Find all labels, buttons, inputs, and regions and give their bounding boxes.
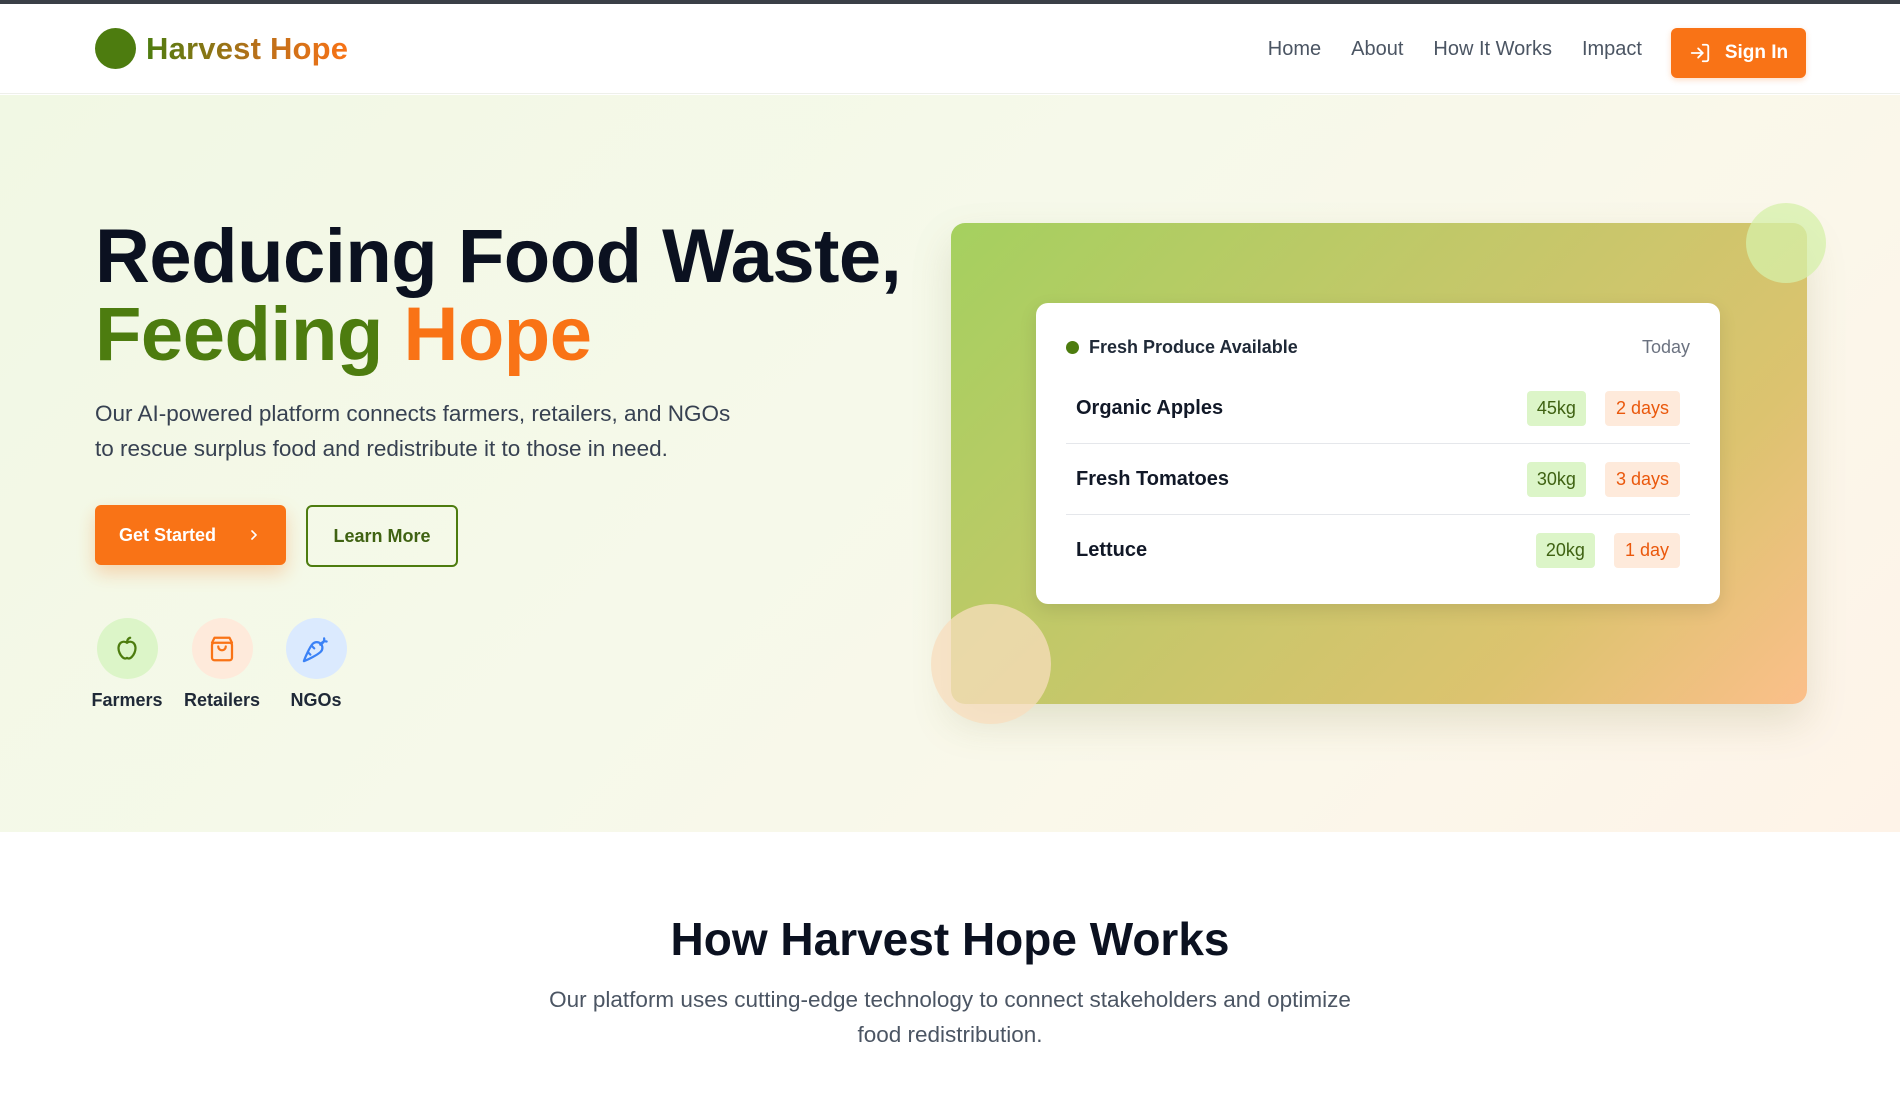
produce-item: Fresh Tomatoes 30kg 3 days	[1066, 445, 1690, 515]
brand-logo[interactable]: Harvest Hope	[95, 28, 348, 69]
quantity-badge: 20kg	[1535, 532, 1595, 568]
produce-card-title-text: Fresh Produce Available	[1089, 337, 1298, 357]
produce-card-header: Fresh Produce Available Today	[1066, 337, 1690, 358]
apple-icon	[96, 618, 158, 679]
expiry-badge: 3 days	[1604, 462, 1680, 497]
brand-name: Harvest Hope	[146, 30, 349, 66]
produce-item-name: Lettuce	[1076, 538, 1148, 561]
decorative-bubble	[1746, 203, 1826, 283]
chevron-right-icon	[251, 530, 257, 540]
stakeholder-label: Farmers	[91, 690, 163, 710]
produce-card-date: Today	[1641, 337, 1690, 357]
logo-circle-icon	[95, 28, 136, 69]
nav-link-how-it-works[interactable]: How It Works	[1433, 38, 1552, 61]
stakeholder-label: Retailers	[183, 690, 261, 710]
stakeholder-label: NGOs	[290, 690, 342, 710]
stakeholder-retailers: Retailers	[177, 618, 267, 711]
get-started-button[interactable]: Get Started	[95, 505, 286, 565]
hero-title: Reducing Food Waste, Feeding Hope	[95, 218, 902, 377]
expiry-badge: 1 day	[1613, 532, 1680, 568]
nav-link-about[interactable]: About	[1351, 38, 1403, 61]
produce-card: Fresh Produce Available Today Organic Ap…	[1036, 303, 1720, 604]
nav-links: Home About How It Works Impact	[1268, 38, 1642, 61]
top-navigation: Harvest Hope Home About How It Works Imp…	[0, 4, 1900, 94]
how-it-works-subtitle: Our platform uses cutting-edge technolog…	[549, 987, 1351, 1047]
how-it-works-title: How Harvest Hope Works	[670, 913, 1230, 965]
produce-item: Organic Apples 45kg 2 days	[1066, 374, 1690, 444]
expiry-badge: 2 days	[1604, 391, 1680, 426]
sign-in-icon	[1690, 43, 1709, 63]
stakeholder-ngos: NGOs	[271, 618, 361, 711]
status-dot-icon	[1066, 341, 1079, 354]
quantity-badge: 30kg	[1526, 462, 1586, 497]
nav-link-home[interactable]: Home	[1268, 38, 1321, 61]
get-started-label: Get Started	[118, 524, 217, 545]
produce-card-title: Fresh Produce Available	[1066, 337, 1298, 358]
decorative-bubble	[931, 604, 1051, 724]
produce-item: Lettuce 20kg 1 day	[1066, 515, 1690, 585]
stakeholder-farmers: Farmers	[82, 618, 172, 711]
quantity-badge: 45kg	[1526, 391, 1586, 426]
produce-item-name: Fresh Tomatoes	[1076, 468, 1229, 490]
sign-in-button[interactable]: Sign In	[1671, 28, 1806, 78]
shopping-bag-icon	[191, 618, 253, 679]
sign-in-label: Sign In	[1724, 42, 1789, 63]
carrot-icon	[285, 618, 347, 679]
nav-link-impact[interactable]: Impact	[1582, 38, 1642, 61]
learn-more-button[interactable]: Learn More	[306, 505, 458, 567]
hero-title-hope: Hope	[403, 292, 592, 377]
hero-title-line1: Reducing Food Waste,	[95, 214, 902, 299]
hero-description: Our AI-powered platform connects farmers…	[95, 401, 731, 461]
produce-item-name: Organic Apples	[1076, 397, 1224, 419]
learn-more-label: Learn More	[333, 525, 431, 546]
hero-title-feeding: Feeding	[95, 292, 383, 377]
